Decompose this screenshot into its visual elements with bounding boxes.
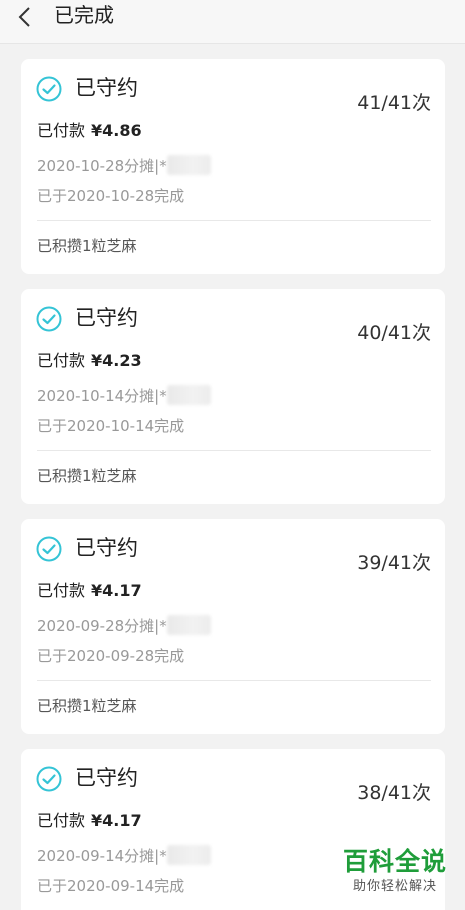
installment-count: 41/41次 <box>357 92 431 114</box>
paid-amount: ¥4.17 <box>91 581 142 600</box>
record-card[interactable]: 已守约 41/41次 已付款 ¥4.86 2020-10-28分摊|* 已于202… <box>21 59 445 274</box>
paid-amount: ¥4.23 <box>91 351 142 370</box>
check-circle-icon <box>36 536 62 562</box>
paid-label: 已付款 <box>37 351 86 370</box>
completed-date: 已于2020-09-28完成 <box>37 647 185 665</box>
status-label: 已守约 <box>75 766 138 790</box>
divider <box>37 680 431 681</box>
record-card[interactable]: 已守约 40/41次 已付款 ¥4.23 2020-10-14分摊|* 已于202… <box>21 289 445 504</box>
installment-date: 2020-10-28分摊|* <box>37 155 211 176</box>
chevron-left-icon <box>18 7 30 27</box>
status-label: 已守约 <box>75 306 138 330</box>
page-title: 已完成 <box>54 3 114 27</box>
blurred-redaction <box>166 385 211 405</box>
installment-text: 2020-09-28分摊|* <box>37 617 167 635</box>
back-button[interactable] <box>10 2 40 32</box>
watermark-subtitle: 助你轻松解决 <box>352 879 437 894</box>
blurred-redaction <box>166 615 211 635</box>
sesame-reward: 已积攒1粒芝麻 <box>37 467 137 485</box>
installment-date: 2020-10-14分摊|* <box>37 385 211 406</box>
sesame-reward: 已积攒1粒芝麻 <box>37 237 137 255</box>
installment-count: 38/41次 <box>357 782 431 804</box>
check-circle-icon <box>36 766 62 792</box>
paid-amount: ¥4.86 <box>91 121 142 140</box>
completed-date: 已于2020-10-14完成 <box>37 417 185 435</box>
top-bar: 已完成 <box>0 0 465 44</box>
paid-row: 已付款 ¥4.17 <box>37 810 142 832</box>
installment-text: 2020-10-28分摊|* <box>37 157 167 175</box>
completed-date: 已于2020-09-14完成 <box>37 877 185 895</box>
installment-date: 2020-09-28分摊|* <box>37 615 211 636</box>
paid-amount: ¥4.17 <box>91 811 142 830</box>
blurred-redaction <box>166 845 211 865</box>
check-circle-icon <box>36 306 62 332</box>
status-label: 已守约 <box>75 536 138 560</box>
watermark-logo: 百科全说 助你轻松解决 <box>335 846 455 902</box>
paid-row: 已付款 ¥4.86 <box>37 120 142 142</box>
sesame-reward: 已积攒1粒芝麻 <box>37 697 137 715</box>
installment-text: 2020-09-14分摊|* <box>37 847 167 865</box>
watermark-title: 百科全说 <box>342 847 447 876</box>
installment-text: 2020-10-14分摊|* <box>37 387 167 405</box>
status-label: 已守约 <box>75 76 138 100</box>
check-circle-icon <box>36 76 62 102</box>
installment-count: 39/41次 <box>357 552 431 574</box>
installment-count: 40/41次 <box>357 322 431 344</box>
record-card[interactable]: 已守约 39/41次 已付款 ¥4.17 2020-09-28分摊|* 已于202… <box>21 519 445 734</box>
installment-date: 2020-09-14分摊|* <box>37 845 211 866</box>
divider <box>37 450 431 451</box>
divider <box>37 220 431 221</box>
blurred-redaction <box>166 155 211 175</box>
paid-label: 已付款 <box>37 121 86 140</box>
paid-label: 已付款 <box>37 581 86 600</box>
paid-label: 已付款 <box>37 811 86 830</box>
completed-date: 已于2020-10-28完成 <box>37 187 185 205</box>
paid-row: 已付款 ¥4.17 <box>37 580 142 602</box>
paid-row: 已付款 ¥4.23 <box>37 350 142 372</box>
